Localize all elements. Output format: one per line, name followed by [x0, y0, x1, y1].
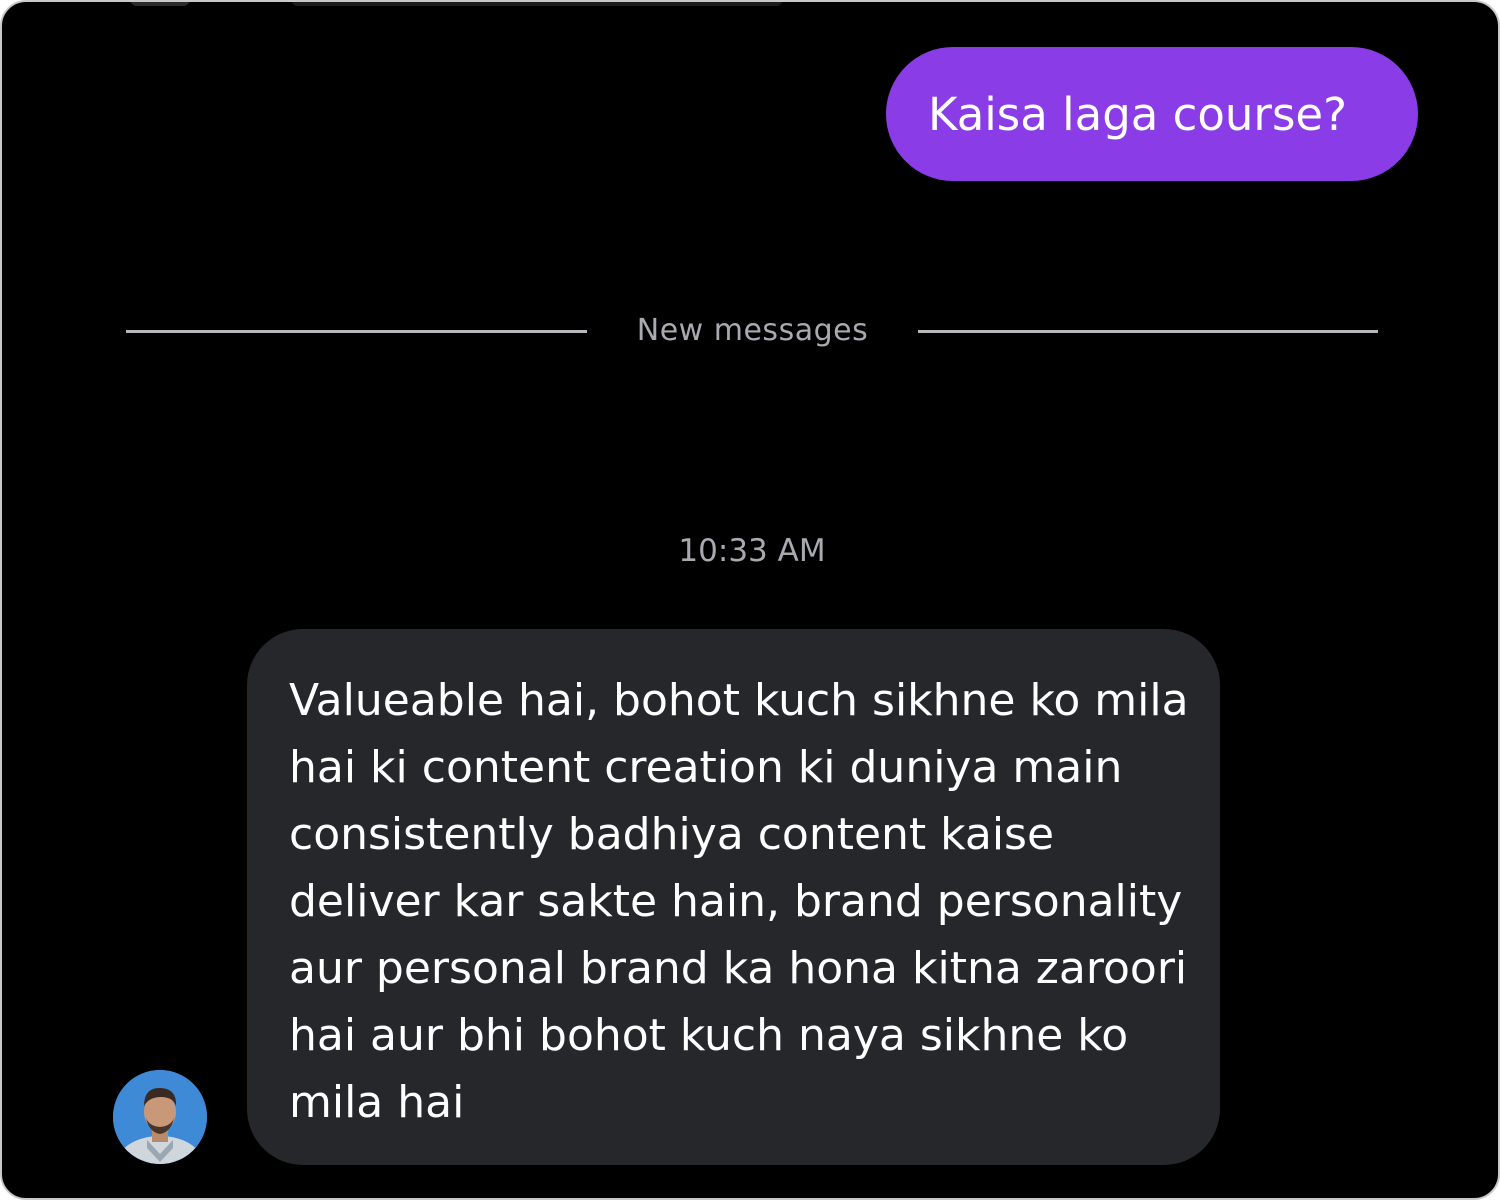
previous-avatar-edge — [130, 2, 190, 6]
received-message-text: Valueable hai, bohot kuch sikhne ko mila… — [289, 675, 1189, 1128]
previous-message-edge — [292, 2, 782, 6]
message-timestamp: 10:33 AM — [678, 533, 826, 569]
chat-window: Kaisa laga course? New messages 10:33 AM… — [0, 0, 1500, 1200]
divider-label: New messages — [636, 313, 869, 348]
divider-line-right — [918, 330, 1378, 333]
received-message-bubble[interactable]: Valueable hai, bohot kuch sikhne ko mila… — [247, 629, 1220, 1165]
divider-line-left — [126, 330, 587, 333]
avatar-photo-icon — [113, 1070, 207, 1164]
sender-avatar[interactable] — [113, 1070, 207, 1164]
sent-message-text: Kaisa laga course? — [928, 87, 1347, 141]
sent-message-bubble[interactable]: Kaisa laga course? — [886, 47, 1418, 181]
new-messages-divider: New messages — [126, 307, 1378, 357]
